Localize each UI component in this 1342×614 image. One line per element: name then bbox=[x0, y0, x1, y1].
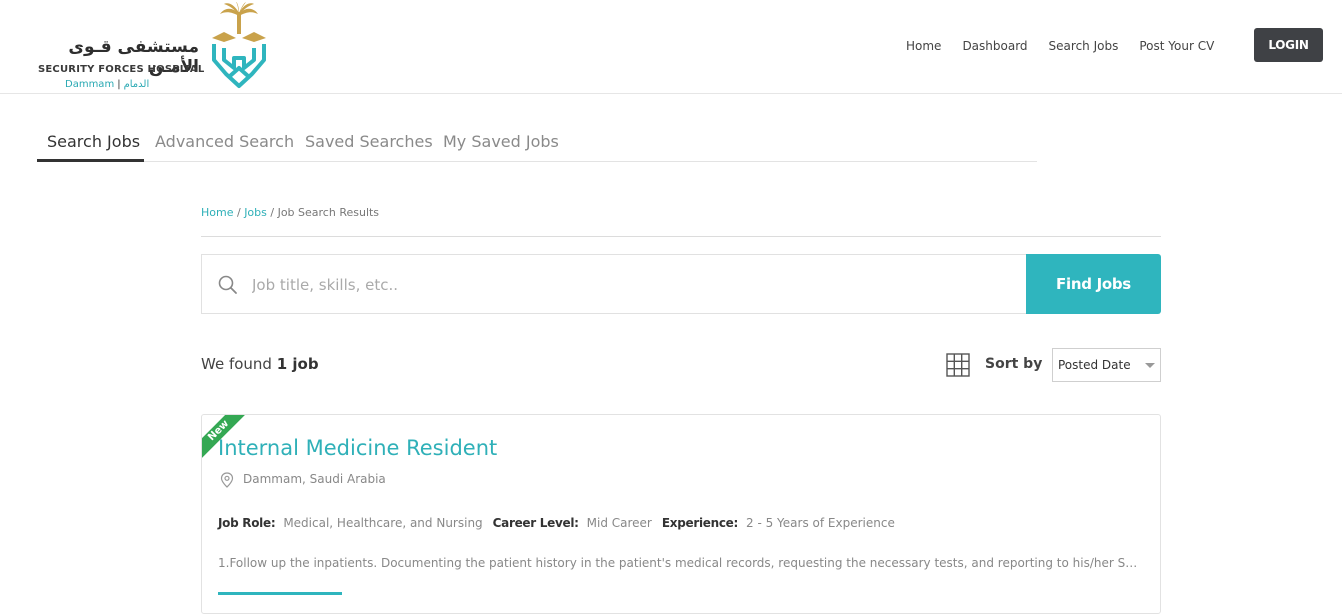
find-jobs-button[interactable]: Find Jobs bbox=[1026, 254, 1161, 314]
location-pin-icon bbox=[220, 472, 234, 488]
breadcrumb-separator: / bbox=[233, 206, 245, 219]
active-tab-indicator bbox=[37, 159, 144, 162]
logo-city-ar: الدمام bbox=[123, 79, 150, 90]
logo-english-name: SECURITY FORCES HOSPITAL bbox=[38, 64, 205, 75]
search-icon bbox=[218, 275, 237, 294]
search-tabs: Search Jobs Advanced Search Saved Search… bbox=[37, 121, 1037, 162]
tab-search-jobs[interactable]: Search Jobs bbox=[47, 132, 140, 151]
job-description: 1.Follow up the inpatients. Documenting … bbox=[218, 556, 1144, 570]
tab-saved-searches[interactable]: Saved Searches bbox=[305, 132, 433, 151]
job-role-label: Job Role: bbox=[218, 516, 276, 530]
results-count: We found 1 job bbox=[201, 355, 319, 373]
hospital-logo[interactable]: مستشفى قـوى الأمـن SECURITY FORCES HOSPI… bbox=[36, 2, 276, 92]
breadcrumb: Home / Jobs / Job Search Results bbox=[201, 206, 379, 219]
palm-emblem-icon bbox=[212, 2, 266, 88]
apply-button[interactable] bbox=[218, 592, 342, 595]
login-button[interactable]: LOGIN bbox=[1254, 28, 1323, 62]
chevron-down-icon bbox=[1145, 363, 1155, 368]
sort-select[interactable]: Posted Date bbox=[1052, 348, 1161, 382]
sort-by-label: Sort by bbox=[985, 356, 1043, 372]
sort-select-value: Posted Date bbox=[1058, 358, 1131, 372]
breadcrumb-separator: / bbox=[266, 206, 278, 219]
career-level-label: Career Level: bbox=[492, 516, 579, 530]
tab-advanced-search[interactable]: Advanced Search bbox=[155, 132, 294, 151]
job-title[interactable]: Internal Medicine Resident bbox=[218, 436, 497, 460]
nav-post-cv[interactable]: Post Your CV bbox=[1139, 39, 1214, 53]
grid-view-icon[interactable] bbox=[946, 353, 970, 377]
breadcrumb-jobs[interactable]: Jobs bbox=[244, 206, 267, 219]
nav-search-jobs[interactable]: Search Jobs bbox=[1049, 39, 1119, 53]
experience-label: Experience: bbox=[661, 516, 739, 530]
job-meta: Job Role: Medical, Healthcare, and Nursi… bbox=[218, 516, 905, 530]
logo-city-en: Dammam bbox=[65, 79, 115, 90]
results-count-prefix: We found bbox=[201, 355, 277, 373]
search-input[interactable] bbox=[250, 271, 990, 299]
breadcrumb-current: Job Search Results bbox=[277, 206, 380, 219]
results-count-value: 1 job bbox=[276, 355, 319, 373]
nav-home[interactable]: Home bbox=[906, 39, 941, 53]
job-card[interactable]: New Internal Medicine Resident Dammam, S… bbox=[201, 414, 1161, 614]
search-bar bbox=[201, 254, 1027, 314]
main-nav: Home Dashboard Search Jobs Post Your CV bbox=[906, 39, 1235, 53]
divider bbox=[201, 236, 1161, 237]
job-location: Dammam, Saudi Arabia bbox=[243, 472, 386, 486]
nav-dashboard[interactable]: Dashboard bbox=[962, 39, 1027, 53]
experience-value: 2 - 5 Years of Experience bbox=[746, 516, 895, 530]
career-level-value: Mid Career bbox=[586, 516, 652, 530]
site-header: مستشفى قـوى الأمـن SECURITY FORCES HOSPI… bbox=[0, 0, 1342, 94]
tab-my-saved-jobs[interactable]: My Saved Jobs bbox=[443, 132, 559, 151]
breadcrumb-home[interactable]: Home bbox=[201, 206, 233, 219]
job-role-value: Medical, Healthcare, and Nursing bbox=[283, 516, 483, 530]
logo-city: Dammam | الدمام bbox=[65, 79, 149, 90]
logo-city-separator: | bbox=[117, 79, 121, 90]
